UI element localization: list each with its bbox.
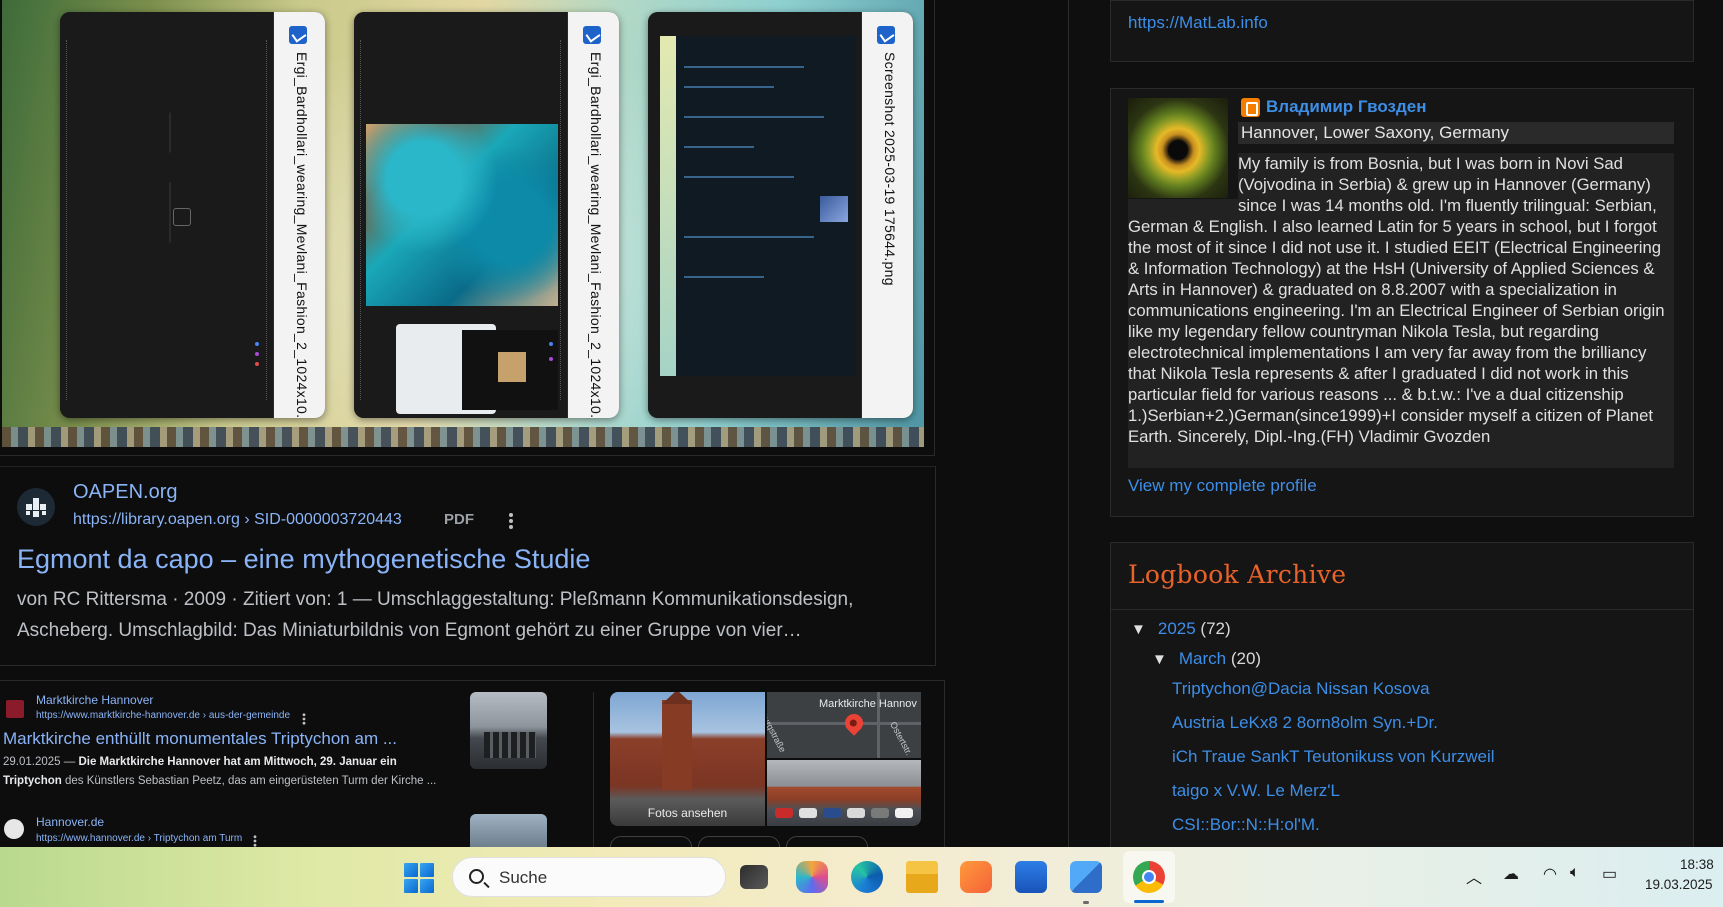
broken-image-icon [173,208,191,226]
file-thumbnail-1[interactable]: Ergi_Bardhollari_wearing_Mevlani_Fashion… [60,12,325,418]
street-photo[interactable] [767,760,921,826]
result-snippet: 29.01.2025 — Die Marktkirche Hannover ha… [3,753,453,791]
archive-month-count: (20) [1230,649,1262,668]
more-options-icon[interactable] [302,713,306,725]
result-snippet: von RC Rittersma · 2009 · Zitiert von: 1… [17,589,854,641]
archive-divider [1110,609,1694,610]
clock-date[interactable]: 19.03.2025 [1645,877,1713,892]
copilot-icon[interactable] [796,861,828,893]
archive-widget [1110,542,1694,862]
search-placeholder: Suche [499,868,548,887]
file-explorer-icon[interactable] [906,861,938,893]
background-strip [2,427,924,447]
onedrive-cloud-icon[interactable]: ☁ [1503,864,1519,884]
chrome-browser-icon[interactable] [1133,861,1165,893]
archive-post-link[interactable]: taigo x V.W. Le Merz'L [1172,781,1340,801]
edge-browser-icon[interactable] [851,861,883,893]
snippet-date: 29.01.2025 — [3,756,79,768]
wifi-icon[interactable]: ◠ [1543,864,1557,884]
archive-title: Logbook Archive [1128,560,1347,589]
profile-bio: My family is from Bosnia, but I was born… [1128,153,1674,447]
profile-location: Hannover, Lower Saxony, Germany [1238,122,1674,144]
result-title-link[interactable]: Marktkirche enthüllt monumentales Tripty… [3,729,397,749]
action-chips [610,836,920,858]
active-app-indicator [1134,900,1164,903]
result-site-name[interactable]: OAPEN.org [73,481,177,504]
clock-time[interactable]: 18:38 [1680,857,1714,872]
pdf-badge: PDF [444,511,474,528]
panel-divider [593,692,594,847]
image-result[interactable]: Ergi_Bardhollari_wearing_Mevlani_Fashion… [2,0,924,447]
marktkirche-favicon [6,700,24,718]
screenshot-preview [60,12,274,418]
map-street-label: Burgstraße [767,710,788,755]
archive-year-link[interactable]: 2025 [1158,619,1196,638]
matlab-link[interactable]: https://MatLab.info [1128,13,1268,33]
archive-post-link[interactable]: Austria LeKx8 2 8orn8olm Syn.+Dr. [1172,713,1438,733]
show-hidden-icons-chevron-icon[interactable]: ︿ [1466,864,1482,888]
photos-caption: Fotos ansehen [647,806,728,820]
archive-year-count: (72) [1200,619,1231,638]
more-options-icon[interactable] [509,513,513,529]
image-file-icon [877,26,895,44]
more-options-icon[interactable] [253,835,257,847]
collapse-triangle-icon[interactable]: ▼ [1131,621,1146,638]
archive-year-row: ▼ 2025 (72) [1131,619,1231,639]
file-thumbnail-3[interactable]: Screenshot 2025-03-19 175644.png [648,12,913,418]
filename: Ergi_Bardhollari_wearing_Mevlani_Fashion… [294,52,310,418]
sea-photo [366,124,558,414]
windows-start-icon[interactable] [404,863,434,893]
result-site-name[interactable]: Marktkirche Hannover [36,693,153,707]
image-file-icon [289,26,307,44]
blogger-icon [1241,98,1260,117]
filename: Ergi_Bardhollari_wearing_Mevlani_Fashion… [588,52,604,418]
church-tower [662,692,692,790]
hannover-favicon [4,819,24,839]
map-pin-icon [841,710,867,736]
running-indicator [1083,901,1089,904]
result-site-name[interactable]: Hannover.de [36,815,104,829]
task-view-icon[interactable] [740,865,768,889]
map-street-label: Ostertstr. [888,720,915,757]
result-url[interactable]: https://www.marktkirche-hannover.de › au… [36,710,290,721]
archive-month-row: ▼ March (20) [1152,649,1261,669]
archive-month-link[interactable]: March [1179,649,1226,668]
speaker-icon[interactable]: 🔈︎ [1570,864,1580,882]
result-thumbnail[interactable] [470,692,547,769]
photos-app-icon[interactable] [1070,861,1102,893]
chat-screenshot [660,36,856,376]
church-photo[interactable]: Fotos ansehen [610,692,765,826]
search-icon [469,869,484,884]
media-player-icon[interactable] [960,861,992,893]
oapen-favicon [17,488,55,526]
filename-strip: Ergi_Bardhollari_wearing_Mevlani_Fashion… [568,12,619,418]
image-file-icon [583,26,601,44]
filename: Screenshot 2025-03-19 175644.png [882,52,898,286]
view-profile-link[interactable]: View my complete profile [1128,476,1317,496]
map-preview[interactable]: Marktkirche Hannov Burgstraße Ostertstr. [767,692,921,758]
profile-name-link[interactable]: Владимир Гвозден [1266,97,1426,117]
archive-post-link[interactable]: CSI::Bor::N::H:ol'M. [1172,815,1320,835]
filename-strip: Ergi_Bardhollari_wearing_Mevlani_Fashion… [274,12,325,418]
snippet-text: des Künstlers Sebastian Peetz, das am ei… [61,775,437,787]
screen: Ergi_Bardhollari_wearing_Mevlani_Fashion… [0,0,1723,907]
microsoft-store-icon[interactable] [1015,861,1047,893]
battery-icon[interactable]: ▭ [1602,864,1617,884]
map-place-label: Marktkirche Hannov [819,698,917,710]
taskbar: Suche ︿ ☁ ◠ 🔈︎ ▭ 18:38 19.03.2025 [0,847,1723,907]
column-divider [1068,0,1069,847]
screenshot-preview [354,12,568,418]
filename-strip: Screenshot 2025-03-19 175644.png [862,12,913,418]
archive-post-link[interactable]: iCh Traue SankT Teutonikuss von Kurzweil [1172,747,1495,767]
screenshot-preview [648,12,862,418]
result-url[interactable]: https://www.hannover.de › Triptychon am … [36,833,242,844]
result-url[interactable]: https://library.oapen.org › SID-00000037… [73,511,402,529]
taskbar-search[interactable]: Suche [452,857,726,897]
file-thumbnail-2[interactable]: Ergi_Bardhollari_wearing_Mevlani_Fashion… [354,12,619,418]
archive-post-link[interactable]: Triptychon@Dacia Nissan Kosova [1172,679,1430,699]
collapse-triangle-icon[interactable]: ▼ [1152,651,1167,668]
result-thumbnail[interactable] [470,814,547,847]
result-title-link[interactable]: Egmont da capo – eine mythogenetische St… [17,544,590,575]
